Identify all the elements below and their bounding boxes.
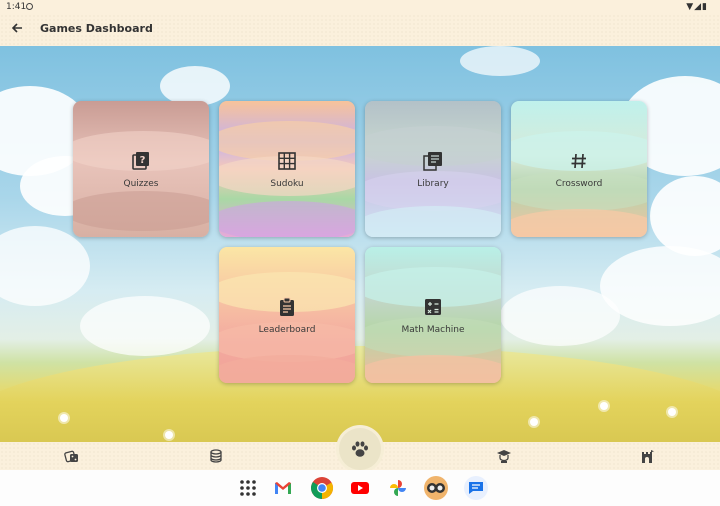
- messages-icon[interactable]: [464, 476, 488, 500]
- calculator-icon: [425, 299, 441, 315]
- graduate-icon[interactable]: [496, 448, 512, 464]
- back-arrow-icon[interactable]: [9, 21, 25, 37]
- youtube-icon[interactable]: [350, 478, 370, 498]
- tile-label: Crossword: [555, 179, 603, 189]
- status-time: 1:41: [6, 2, 27, 12]
- tile-quizzes[interactable]: ? Quizzes: [73, 101, 209, 237]
- app-bar: Games Dashboard: [0, 14, 720, 46]
- tile-label: Leaderboard: [258, 325, 316, 335]
- taskbar: [0, 470, 720, 506]
- home-paw-button[interactable]: [339, 428, 381, 470]
- tile-label: Library: [417, 179, 449, 189]
- app-grid-icon[interactable]: [238, 478, 258, 498]
- dice-icon[interactable]: [64, 448, 80, 464]
- tile-label: Sudoku: [270, 179, 304, 189]
- hash-icon: [571, 153, 586, 169]
- chrome-icon[interactable]: [310, 476, 334, 500]
- tile-sudoku[interactable]: Sudoku: [219, 101, 355, 237]
- avatar-app-icon[interactable]: [424, 476, 448, 500]
- castle-icon[interactable]: [640, 448, 656, 464]
- tile-label: Quizzes: [123, 179, 159, 189]
- quiz-icon: ?: [132, 152, 149, 170]
- gmail-icon[interactable]: [273, 478, 293, 498]
- tile-leaderboard[interactable]: Leaderboard: [219, 247, 355, 383]
- coins-icon[interactable]: [208, 448, 224, 464]
- tile-crossword[interactable]: Crossword: [511, 101, 647, 237]
- tile-label: Math Machine: [401, 325, 465, 335]
- tile-library[interactable]: Library: [365, 101, 501, 237]
- grid-icon: [278, 152, 296, 170]
- notification-icon: [26, 3, 33, 10]
- svg-text:?: ?: [140, 155, 146, 166]
- status-icons: ▼◢▮: [686, 2, 708, 12]
- tile-math-machine[interactable]: Math Machine: [365, 247, 501, 383]
- clipboard-icon: [280, 297, 294, 316]
- page-title: Games Dashboard: [40, 22, 153, 35]
- photos-icon[interactable]: [388, 478, 408, 498]
- library-icon: [423, 152, 442, 171]
- status-bar: 1:41 ▼◢▮: [0, 0, 720, 14]
- paw-icon: [352, 441, 368, 457]
